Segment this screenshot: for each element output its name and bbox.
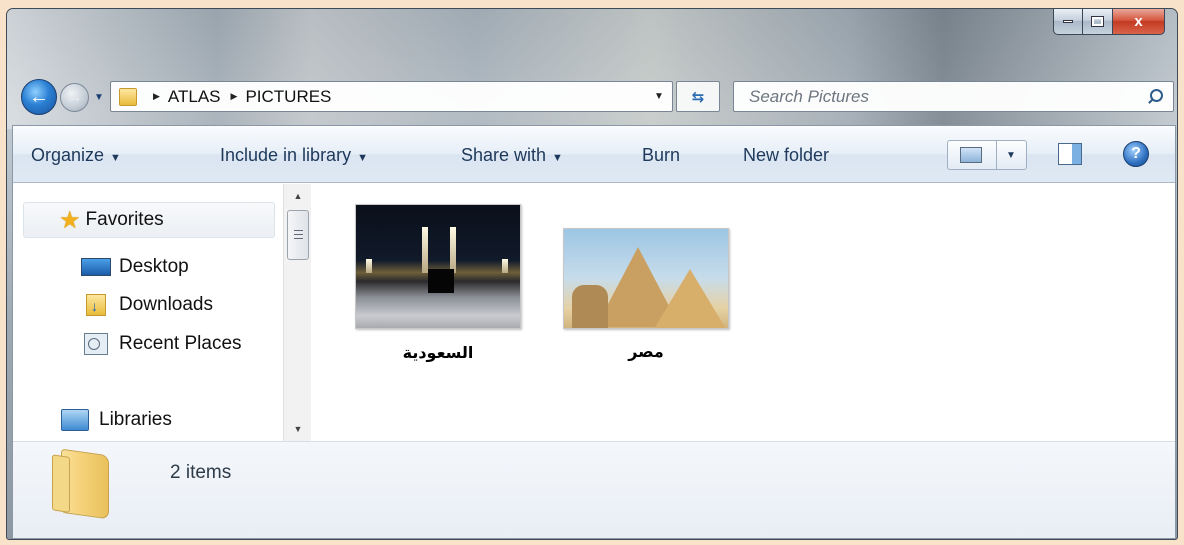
downloads-icon bbox=[86, 294, 106, 316]
kaaba-shape bbox=[428, 269, 454, 293]
change-view-button[interactable]: ▼ bbox=[947, 140, 1027, 170]
help-glyph: ? bbox=[1131, 145, 1141, 162]
details-pane: 2 items bbox=[13, 441, 1175, 538]
file-name[interactable]: مصر bbox=[563, 342, 729, 361]
divider bbox=[996, 141, 997, 169]
include-in-library-label: Include in library bbox=[220, 145, 352, 165]
breadcrumb-separator-icon[interactable]: ▶ bbox=[231, 91, 238, 102]
chevron-down-icon[interactable]: ▼ bbox=[1006, 150, 1016, 161]
refresh-icon: ⇆ bbox=[691, 88, 705, 106]
address-dropdown-icon[interactable]: ▼ bbox=[650, 91, 668, 102]
search-input[interactable]: Search Pictures bbox=[749, 87, 869, 107]
minimize-icon bbox=[1063, 20, 1073, 23]
include-in-library-menu[interactable]: Include in library ▼ bbox=[220, 145, 368, 166]
organize-label: Organize bbox=[31, 145, 105, 165]
refresh-button[interactable]: ⇆ bbox=[676, 81, 720, 112]
sidebar-item-libraries[interactable]: Libraries bbox=[61, 409, 172, 431]
file-name[interactable]: السعودية bbox=[355, 343, 521, 362]
help-icon[interactable]: ? bbox=[1123, 141, 1149, 167]
minaret-shape bbox=[366, 259, 372, 273]
close-button[interactable]: x bbox=[1113, 9, 1165, 35]
favorites-label: Favorites bbox=[85, 209, 164, 230]
chevron-down-icon: ▼ bbox=[94, 91, 104, 103]
libraries-icon bbox=[61, 409, 89, 431]
view-icon bbox=[960, 147, 982, 163]
item-count: 2 items bbox=[170, 462, 232, 483]
sidebar-item-downloads[interactable]: Downloads bbox=[81, 294, 213, 316]
back-button[interactable]: ← bbox=[21, 79, 57, 115]
navigation-bar: ← → ▼ ▶ ATLAS ▶ PICTURES ▼ ⇆ Search Pict… bbox=[7, 71, 1177, 117]
breadcrumb-atlas[interactable]: ATLAS bbox=[168, 87, 221, 107]
pyramid-shape bbox=[654, 269, 726, 328]
chevron-down-icon: ▼ bbox=[110, 152, 121, 164]
command-bar: Organize ▼ Include in library ▼ Share with… bbox=[13, 126, 1175, 183]
breadcrumb-pictures[interactable]: PICTURES bbox=[245, 87, 331, 107]
folder-icon bbox=[119, 87, 137, 106]
minaret-shape bbox=[450, 227, 456, 273]
search-icon[interactable] bbox=[1147, 88, 1163, 105]
maximize-button[interactable] bbox=[1083, 9, 1113, 35]
recent-places-icon bbox=[84, 333, 108, 355]
sphinx-shape bbox=[572, 285, 608, 328]
folder-icon bbox=[61, 448, 109, 520]
back-arrow-icon: ← bbox=[29, 85, 49, 108]
chevron-down-icon: ▼ bbox=[293, 424, 303, 434]
forward-button[interactable]: → bbox=[60, 83, 89, 112]
share-with-label: Share with bbox=[461, 145, 547, 165]
preview-pane-icon[interactable] bbox=[1058, 143, 1082, 165]
chevron-down-icon: ▼ bbox=[552, 152, 563, 164]
address-bar[interactable]: ▶ ATLAS ▶ PICTURES ▼ bbox=[110, 81, 673, 112]
chevron-up-icon: ▲ bbox=[293, 191, 303, 201]
file-item-egypt[interactable]: مصر bbox=[563, 228, 729, 361]
star-icon: ★ bbox=[59, 206, 81, 234]
breadcrumb-separator-icon[interactable]: ▶ bbox=[153, 91, 160, 102]
sidebar-item-favorites[interactable]: ★ Favorites bbox=[23, 202, 275, 238]
new-folder-button[interactable]: New folder bbox=[743, 145, 829, 166]
pyramids-sphinx-photo bbox=[563, 228, 729, 329]
nav-pane-scrollbar[interactable]: ▲ ▼ bbox=[283, 184, 311, 441]
minimize-button[interactable] bbox=[1053, 9, 1083, 35]
chevron-down-icon: ▼ bbox=[357, 152, 368, 164]
navigation-pane: ★ Favorites Desktop Downloads Recent Pla… bbox=[13, 184, 313, 441]
burn-button[interactable]: Burn bbox=[642, 145, 680, 166]
kaaba-mecca-photo bbox=[355, 204, 521, 329]
sidebar-item-recent-places[interactable]: Recent Places bbox=[81, 333, 242, 355]
maximize-icon bbox=[1091, 16, 1104, 27]
search-box[interactable]: Search Pictures bbox=[733, 81, 1174, 112]
grip-line bbox=[294, 230, 303, 231]
organize-menu[interactable]: Organize ▼ bbox=[31, 145, 121, 166]
grip-line bbox=[294, 238, 303, 239]
recent-pages-button[interactable]: ▼ bbox=[92, 87, 106, 107]
scroll-thumb[interactable] bbox=[287, 210, 309, 260]
scroll-down-button[interactable]: ▼ bbox=[284, 417, 312, 441]
sidebar-item-label: Desktop bbox=[119, 256, 189, 277]
sidebar-item-label: Recent Places bbox=[119, 333, 242, 354]
file-item-saudi[interactable]: السعودية bbox=[355, 204, 521, 362]
window-caption-buttons: x bbox=[1053, 9, 1165, 35]
sidebar-item-label: Downloads bbox=[119, 294, 213, 315]
sidebar-item-desktop[interactable]: Desktop bbox=[81, 256, 189, 278]
sidebar-item-label: Libraries bbox=[99, 409, 172, 430]
grip-line bbox=[294, 234, 303, 235]
desktop-icon bbox=[81, 258, 111, 276]
explorer-window: x ← → ▼ ▶ ATLAS ▶ PICTURES ▼ ⇆ Search Pi… bbox=[6, 8, 1178, 540]
forward-arrow-icon: → bbox=[66, 88, 83, 106]
share-with-menu[interactable]: Share with ▼ bbox=[461, 145, 563, 166]
minaret-shape bbox=[422, 227, 428, 273]
content-frame: Organize ▼ Include in library ▼ Share with… bbox=[12, 125, 1176, 538]
minaret-shape bbox=[502, 259, 508, 273]
scroll-up-button[interactable]: ▲ bbox=[284, 184, 312, 208]
close-icon: x bbox=[1134, 13, 1143, 30]
